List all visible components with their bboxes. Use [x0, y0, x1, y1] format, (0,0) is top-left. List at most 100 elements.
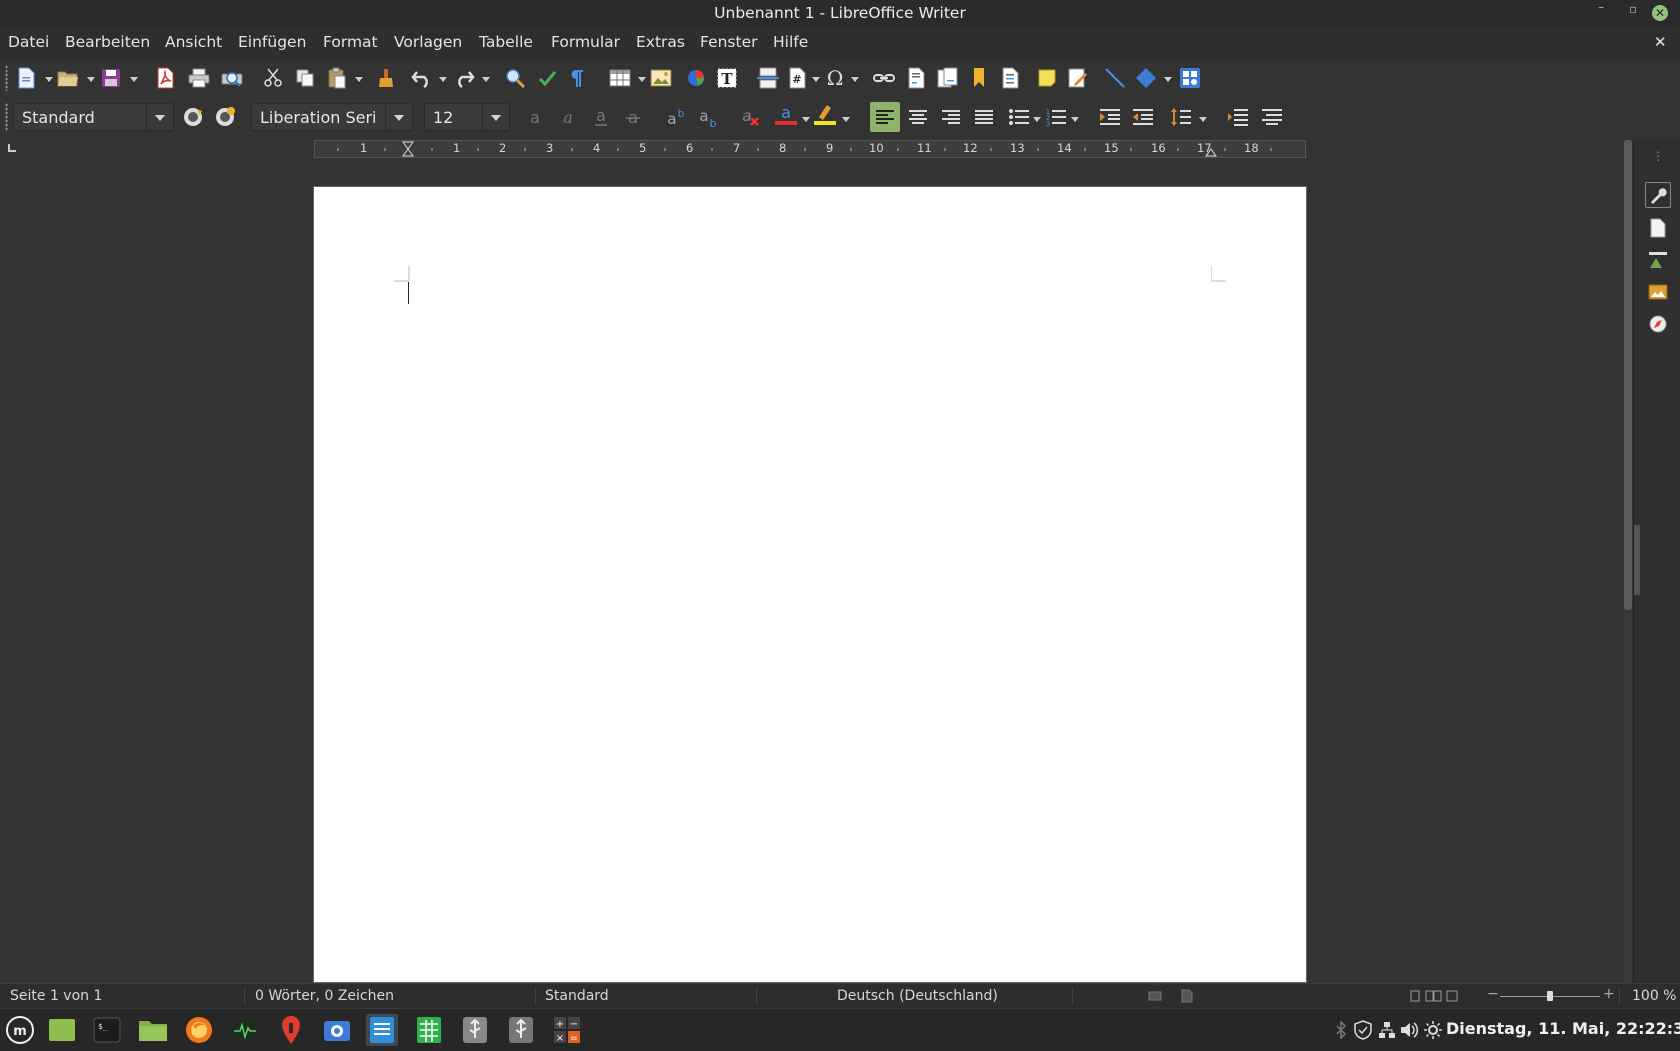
terminal-icon[interactable]: $_	[91, 1014, 123, 1046]
insert-textbox-icon[interactable]: T	[715, 66, 739, 90]
insert-chart-icon[interactable]	[684, 66, 708, 90]
new-dropdown-icon[interactable]	[45, 77, 53, 82]
close-document-button[interactable]: ✕	[1654, 33, 1667, 51]
update-style-icon[interactable]	[181, 105, 205, 129]
save-dropdown-icon[interactable]	[130, 77, 138, 82]
clear-formatting-icon[interactable]: a	[738, 105, 762, 129]
files-icon[interactable]	[137, 1014, 169, 1046]
redshift-icon[interactable]	[275, 1014, 307, 1046]
page-icon[interactable]	[1646, 216, 1670, 240]
menu-ansicht[interactable]: Ansicht	[165, 33, 222, 51]
bullet-list-dropdown-icon[interactable]	[1033, 117, 1041, 122]
zoom-out-icon[interactable]: −	[1487, 986, 1499, 1002]
page-style[interactable]: Standard	[545, 988, 609, 1004]
gallery-icon[interactable]	[1646, 280, 1670, 304]
toolbar-grip[interactable]	[5, 103, 8, 131]
show-desktop-icon[interactable]	[46, 1014, 78, 1046]
bold-icon[interactable]: a	[523, 105, 547, 129]
scrollbar-thumb[interactable]	[1624, 140, 1632, 610]
print-icon[interactable]	[187, 66, 211, 90]
close-window-button[interactable]: ✕	[1652, 5, 1668, 21]
zoom-in-icon[interactable]: +	[1603, 986, 1615, 1002]
usb-formatter-icon[interactable]	[505, 1014, 537, 1046]
font-size-combo[interactable]: 12	[424, 103, 510, 131]
paste-icon[interactable]	[325, 66, 349, 90]
font-color-dropdown-icon[interactable]	[802, 117, 810, 122]
bullet-list-icon[interactable]	[1007, 105, 1031, 129]
writer-icon[interactable]	[366, 1014, 398, 1046]
chevron-down-icon[interactable]	[146, 104, 173, 130]
font-name-combo[interactable]: Liberation Seri	[251, 103, 413, 131]
align-right-icon[interactable]	[939, 105, 963, 129]
view-layout-icons[interactable]	[1410, 990, 1458, 1002]
endnote-icon[interactable]	[935, 66, 959, 90]
chevron-down-icon[interactable]	[482, 104, 509, 130]
insert-field-icon[interactable]: #	[785, 66, 809, 90]
superscript-icon[interactable]: ab	[664, 105, 688, 129]
cross-reference-icon[interactable]	[998, 66, 1022, 90]
bluetooth-icon[interactable]	[1335, 1021, 1347, 1039]
document-modified-icon[interactable]	[1180, 989, 1194, 1003]
special-character-icon[interactable]: Ω	[823, 66, 847, 90]
menu-bearbeiten[interactable]: Bearbeiten	[65, 33, 150, 51]
field-dropdown-icon[interactable]	[812, 77, 820, 82]
clock[interactable]: Dienstag, 11. Mai, 22:22:32	[1446, 1019, 1680, 1038]
document-page[interactable]	[313, 186, 1307, 983]
table-dropdown-icon[interactable]	[638, 77, 646, 82]
underline-icon[interactable]: a	[589, 105, 613, 129]
highlight-color-icon[interactable]	[813, 103, 837, 127]
justify-icon[interactable]	[972, 105, 996, 129]
page-break-icon[interactable]	[756, 66, 780, 90]
maximize-button[interactable]: ▫	[1629, 2, 1637, 16]
update-manager-icon[interactable]	[1354, 1020, 1372, 1040]
menu-hilfe[interactable]: Hilfe	[773, 33, 808, 51]
clone-formatting-icon[interactable]	[374, 66, 398, 90]
text-language[interactable]: Deutsch (Deutschland)	[837, 988, 998, 1004]
network-icon[interactable]	[1378, 1021, 1396, 1039]
basic-shapes-icon[interactable]	[1134, 66, 1158, 90]
redo-dropdown-icon[interactable]	[482, 77, 490, 82]
menu-datei[interactable]: Datei	[8, 33, 49, 51]
page-count[interactable]: Seite 1 von 1	[10, 988, 102, 1004]
insert-image-icon[interactable]	[649, 66, 673, 90]
numbered-list-dropdown-icon[interactable]	[1071, 117, 1079, 122]
minimize-button[interactable]: –	[1598, 0, 1604, 14]
numbered-list-icon[interactable]: 123	[1044, 105, 1068, 129]
new-document-icon[interactable]	[14, 66, 38, 90]
paste-dropdown-icon[interactable]	[355, 77, 363, 82]
paragraph-style-combo[interactable]: Standard	[13, 103, 174, 131]
zoom-slider-knob[interactable]	[1547, 991, 1553, 1001]
italic-icon[interactable]: a	[556, 105, 580, 129]
highlight-dropdown-icon[interactable]	[842, 117, 850, 122]
word-count[interactable]: 0 Wörter, 0 Zeichen	[255, 988, 394, 1004]
zoom-level[interactable]: 100 %	[1632, 988, 1676, 1004]
horizontal-ruler[interactable]: 1 1 2 3 4 5 6 7 8 9 10 11 12 13 14 15 16…	[314, 140, 1306, 158]
spelling-icon[interactable]	[535, 66, 559, 90]
usb-writer-icon[interactable]	[459, 1014, 491, 1046]
increase-indent-icon[interactable]	[1098, 105, 1122, 129]
menu-tabelle[interactable]: Tabelle	[479, 33, 533, 51]
screenshot-icon[interactable]	[321, 1014, 353, 1046]
hyperlink-icon[interactable]	[872, 66, 896, 90]
decrease-indent-icon[interactable]	[1131, 105, 1155, 129]
track-changes-icon[interactable]	[1066, 66, 1090, 90]
toolbar-grip[interactable]	[5, 65, 8, 91]
insert-table-icon[interactable]	[608, 66, 632, 90]
system-monitor-icon[interactable]	[229, 1014, 261, 1046]
find-replace-icon[interactable]	[504, 66, 528, 90]
paragraph-spacing-icon[interactable]	[1226, 105, 1250, 129]
menu-fenster[interactable]: Fenster	[700, 33, 758, 51]
strikethrough-icon[interactable]: a	[621, 105, 645, 129]
sidebar-collapse-handle[interactable]	[1634, 525, 1640, 595]
formatting-marks-icon[interactable]	[565, 66, 589, 90]
open-dropdown-icon[interactable]	[87, 77, 95, 82]
styles-icon[interactable]	[1646, 248, 1670, 272]
redo-icon[interactable]	[452, 66, 476, 90]
undo-dropdown-icon[interactable]	[439, 77, 447, 82]
mint-menu-icon[interactable]: m	[4, 1014, 36, 1046]
properties-icon[interactable]	[1645, 182, 1671, 208]
copy-icon[interactable]	[293, 66, 317, 90]
brightness-icon[interactable]	[1423, 1020, 1443, 1040]
chevron-down-icon[interactable]	[385, 104, 412, 130]
subscript-icon[interactable]: ab	[696, 105, 720, 129]
